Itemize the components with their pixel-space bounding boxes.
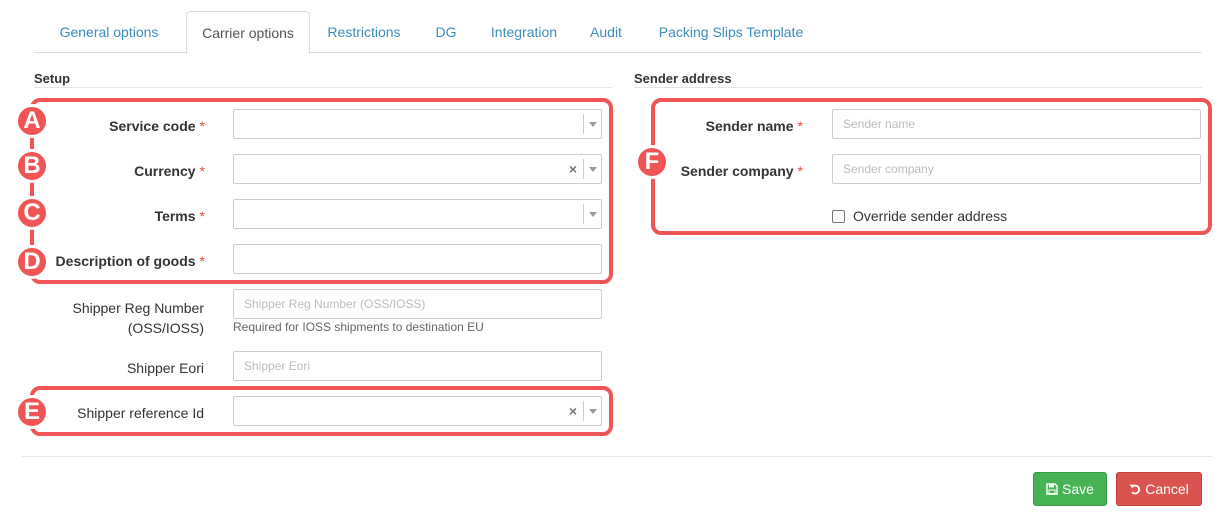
annotation-badge-b: B <box>15 149 49 183</box>
shipper-reg-number-label: Shipper Reg Number (OSS/IOSS) <box>72 300 204 336</box>
tab-packing-slips-template[interactable]: Packing Slips Template <box>646 11 816 53</box>
shipper-reference-id-select[interactable]: × <box>233 396 602 426</box>
currency-dropdown-toggle[interactable] <box>583 159 601 179</box>
shipper-reference-id-label: Shipper reference Id <box>77 405 204 421</box>
annotation-badge-e: E <box>15 395 49 429</box>
shipper-reg-number-help: Required for IOSS shipments to destinati… <box>233 320 484 334</box>
sender-address-heading: Sender address <box>634 71 732 86</box>
shipper-reference-dropdown-toggle[interactable] <box>583 401 601 421</box>
sender-divider <box>634 87 1202 88</box>
clear-icon[interactable]: × <box>569 161 577 177</box>
service-code-select[interactable] <box>233 109 602 139</box>
service-code-label: Service code * <box>109 118 205 134</box>
chevron-down-icon <box>589 122 597 127</box>
chevron-down-icon <box>589 409 597 414</box>
sender-company-label: Sender company * <box>680 163 803 179</box>
tab-dg[interactable]: DG <box>424 11 468 53</box>
currency-select[interactable]: × <box>233 154 602 184</box>
shipper-eori-label: Shipper Eori <box>126 360 204 376</box>
description-of-goods-input[interactable] <box>233 244 602 274</box>
shipper-reg-number-input[interactable] <box>233 289 602 319</box>
cancel-button[interactable]: Cancel <box>1116 472 1202 506</box>
annotation-badge-f: F <box>635 145 669 179</box>
service-code-dropdown-toggle[interactable] <box>583 114 601 134</box>
setup-divider <box>34 87 612 88</box>
tab-restrictions[interactable]: Restrictions <box>314 11 414 53</box>
tab-integration[interactable]: Integration <box>480 11 568 53</box>
floppy-disk-icon <box>1046 474 1058 506</box>
terms-label: Terms * <box>154 208 205 224</box>
currency-label: Currency * <box>134 163 205 179</box>
annotation-badge-d: D <box>15 245 49 279</box>
tab-audit[interactable]: Audit <box>582 11 630 53</box>
tab-carrier-options[interactable]: Carrier options <box>186 11 310 54</box>
annotation-badge-a: A <box>15 104 49 138</box>
annotation-badge-c: C <box>15 196 49 230</box>
override-sender-address-checkbox[interactable] <box>832 210 845 223</box>
chevron-down-icon <box>589 212 597 217</box>
terms-dropdown-toggle[interactable] <box>583 204 601 224</box>
sender-name-input[interactable] <box>832 109 1201 139</box>
sender-name-label: Sender name * <box>705 118 803 134</box>
chevron-down-icon <box>589 167 597 172</box>
terms-select[interactable] <box>233 199 602 229</box>
sender-company-input[interactable] <box>832 154 1201 184</box>
undo-icon <box>1129 474 1141 506</box>
shipper-eori-input[interactable] <box>233 351 602 381</box>
footer-divider <box>22 456 1212 457</box>
save-button[interactable]: Save <box>1033 472 1107 506</box>
override-sender-address-label[interactable]: Override sender address <box>853 208 1007 224</box>
setup-heading: Setup <box>34 71 71 86</box>
clear-icon[interactable]: × <box>569 403 577 419</box>
tab-general-options[interactable]: General options <box>34 11 184 53</box>
tab-bar: General options Carrier options Restrict… <box>34 11 1202 54</box>
description-of-goods-label: Description of goods * <box>55 253 205 269</box>
